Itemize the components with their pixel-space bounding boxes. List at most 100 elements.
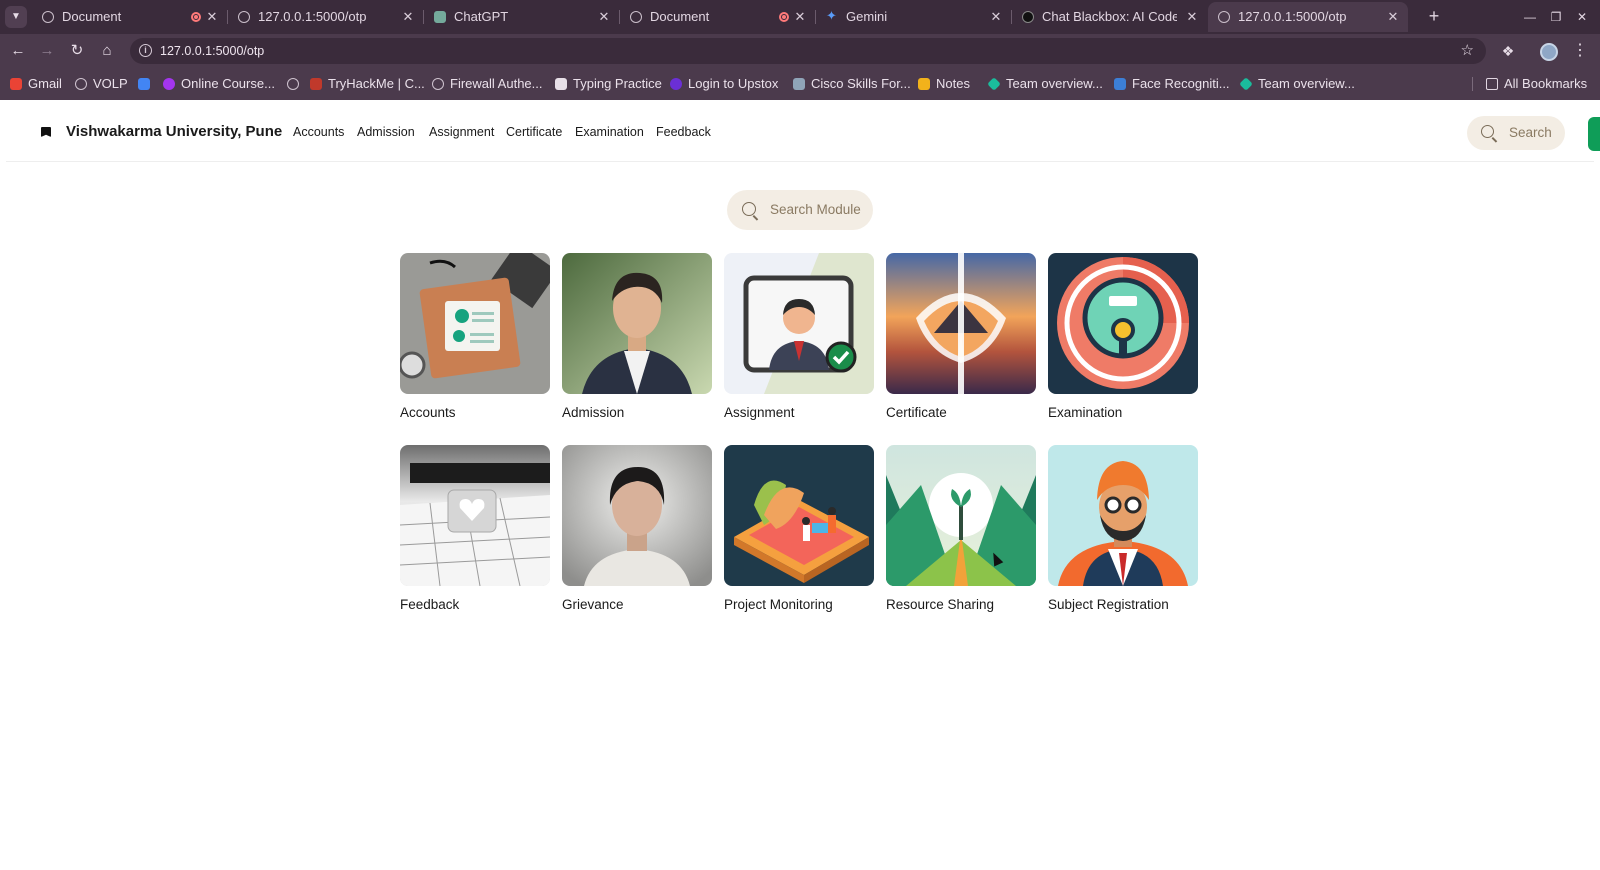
- bookmark-item[interactable]: Cisco Skills For...: [793, 68, 911, 100]
- face-recognition-icon: [1114, 78, 1126, 90]
- bookmark-label: Online Course...: [181, 76, 275, 91]
- accounts-illustration: [400, 253, 550, 394]
- upstox-icon: [670, 78, 682, 90]
- all-bookmarks-button[interactable]: All Bookmarks: [1486, 68, 1587, 100]
- blackbox-icon: [1022, 11, 1034, 23]
- bookmark-item[interactable]: TryHackMe | C...: [310, 68, 425, 100]
- browser-tab[interactable]: ✦ Gemini ✕: [816, 2, 1012, 32]
- browser-tab[interactable]: Document ✕: [32, 2, 228, 32]
- module-label: Certificate: [886, 405, 947, 420]
- search-icon: [1481, 125, 1494, 138]
- nav-link-accounts[interactable]: Accounts: [293, 100, 344, 164]
- close-tab-icon[interactable]: ✕: [401, 2, 415, 32]
- site-info-icon[interactable]: i: [139, 44, 152, 57]
- chatgpt-icon: [434, 11, 446, 23]
- bookmark-item[interactable]: Team overview...: [987, 68, 1103, 100]
- module-card-subject-registration[interactable]: Subject Registration: [1048, 445, 1198, 617]
- module-card-resource-sharing[interactable]: Resource Sharing: [886, 445, 1036, 617]
- globe-icon: [238, 11, 250, 23]
- examination-illustration: [1048, 253, 1198, 394]
- module-label: Project Monitoring: [724, 597, 833, 612]
- bookmark-item[interactable]: Firewall Authe...: [432, 68, 543, 100]
- module-card-examination[interactable]: Examination: [1048, 253, 1198, 425]
- bookmark-item[interactable]: [287, 68, 305, 100]
- tab-title: ChatGPT: [454, 9, 509, 24]
- all-bookmarks-label: All Bookmarks: [1504, 76, 1588, 91]
- module-search-input[interactable]: Search Module: [727, 190, 873, 230]
- grievance-portrait: [562, 445, 712, 586]
- address-bar[interactable]: i 127.0.0.1:5000/otp ☆: [130, 38, 1486, 64]
- nav-link-certificate[interactable]: Certificate: [506, 100, 562, 164]
- cisco-icon: [793, 78, 805, 90]
- bookmark-label: TryHackMe | C...: [328, 76, 425, 91]
- address-url[interactable]: 127.0.0.1:5000/otp: [160, 38, 264, 64]
- bookmark-star-icon[interactable]: ☆: [1461, 38, 1474, 64]
- extensions-icon[interactable]: ❖: [1497, 40, 1519, 62]
- globe-icon: [1218, 11, 1230, 23]
- close-tab-icon[interactable]: ✕: [1185, 2, 1199, 32]
- new-tab-button[interactable]: +: [1422, 4, 1446, 28]
- tab-title: 127.0.0.1:5000/otp: [258, 9, 367, 24]
- header-search-button[interactable]: Search: [1467, 116, 1565, 150]
- bookmark-item[interactable]: Online Course...: [163, 68, 275, 100]
- notes-icon: [918, 78, 930, 90]
- tab-title: Gemini: [846, 9, 888, 24]
- browser-tab[interactable]: Document ✕: [620, 2, 816, 32]
- recording-icon: [191, 12, 201, 22]
- bookmark-item[interactable]: VOLP: [75, 68, 128, 100]
- close-tab-icon[interactable]: ✕: [793, 2, 807, 32]
- site-navbar: Vishwakarma University, Pune Accounts Ad…: [6, 100, 1600, 164]
- nav-link-admission[interactable]: Admission: [357, 100, 415, 164]
- bookmark-item[interactable]: Notes: [918, 68, 970, 100]
- profile-avatar[interactable]: [1540, 43, 1558, 61]
- back-icon[interactable]: ←: [7, 40, 29, 62]
- tab-title: 127.0.0.1:5000/otp: [1238, 9, 1347, 24]
- browser-tab[interactable]: Chat Blackbox: AI Code G ✕: [1012, 2, 1207, 32]
- close-tab-icon[interactable]: ✕: [205, 2, 219, 32]
- tab-title: Document: [62, 9, 122, 24]
- module-card-project-monitoring[interactable]: Project Monitoring: [724, 445, 874, 617]
- module-card-certificate[interactable]: Certificate: [886, 253, 1036, 425]
- header-action-button[interactable]: [1588, 117, 1600, 151]
- module-card-grievance[interactable]: Grievance: [562, 445, 712, 617]
- bookmark-label: Team overview...: [1258, 76, 1355, 91]
- bookmark-item[interactable]: [138, 68, 156, 100]
- site-brand[interactable]: Vishwakarma University, Pune: [66, 100, 282, 164]
- header-search-label: Search: [1509, 125, 1552, 140]
- browser-menu-icon[interactable]: ⋮: [1570, 40, 1590, 62]
- keyboard-icon: [555, 78, 567, 90]
- module-label: Grievance: [562, 597, 624, 612]
- tab-title: Document: [650, 9, 710, 24]
- bookmark-item[interactable]: Typing Practice: [555, 68, 662, 100]
- module-card-accounts[interactable]: Accounts: [400, 253, 550, 425]
- close-window-icon[interactable]: ✕: [1571, 6, 1593, 28]
- minimize-window-icon[interactable]: —: [1519, 6, 1541, 28]
- close-tab-icon[interactable]: ✕: [1386, 2, 1400, 32]
- module-card-assignment[interactable]: Assignment: [724, 253, 874, 425]
- maximize-window-icon[interactable]: ❐: [1545, 6, 1567, 28]
- bookmark-item[interactable]: Face Recogniti...: [1114, 68, 1230, 100]
- nav-link-feedback[interactable]: Feedback: [656, 100, 711, 164]
- tab-search-dropdown-icon[interactable]: ▼: [5, 6, 27, 28]
- diamond-icon: [1239, 77, 1253, 91]
- browser-tab-active[interactable]: 127.0.0.1:5000/otp ✕: [1208, 2, 1408, 32]
- browser-tab[interactable]: 127.0.0.1:5000/otp ✕: [228, 2, 424, 32]
- reload-icon[interactable]: ↻: [66, 40, 88, 62]
- bookmark-item[interactable]: Team overview...: [1239, 68, 1355, 100]
- nav-link-assignment[interactable]: Assignment: [429, 100, 494, 164]
- forward-icon[interactable]: →: [36, 40, 58, 62]
- close-tab-icon[interactable]: ✕: [989, 2, 1003, 32]
- tab-title: Chat Blackbox: AI Code G: [1042, 9, 1177, 24]
- close-tab-icon[interactable]: ✕: [597, 2, 611, 32]
- bookmark-item[interactable]: Gmail: [10, 68, 62, 100]
- module-card-admission[interactable]: Admission: [562, 253, 712, 425]
- nav-link-examination[interactable]: Examination: [575, 100, 644, 164]
- udemy-icon: [163, 78, 175, 90]
- module-card-feedback[interactable]: Feedback: [400, 445, 550, 617]
- home-icon[interactable]: ⌂: [96, 40, 118, 62]
- bookmark-label: Firewall Authe...: [450, 76, 543, 91]
- page-body: Vishwakarma University, Pune Accounts Ad…: [0, 100, 1600, 870]
- browser-tab[interactable]: ChatGPT ✕: [424, 2, 620, 32]
- bookmark-item[interactable]: Login to Upstox: [670, 68, 778, 100]
- logo-icon: [41, 127, 51, 137]
